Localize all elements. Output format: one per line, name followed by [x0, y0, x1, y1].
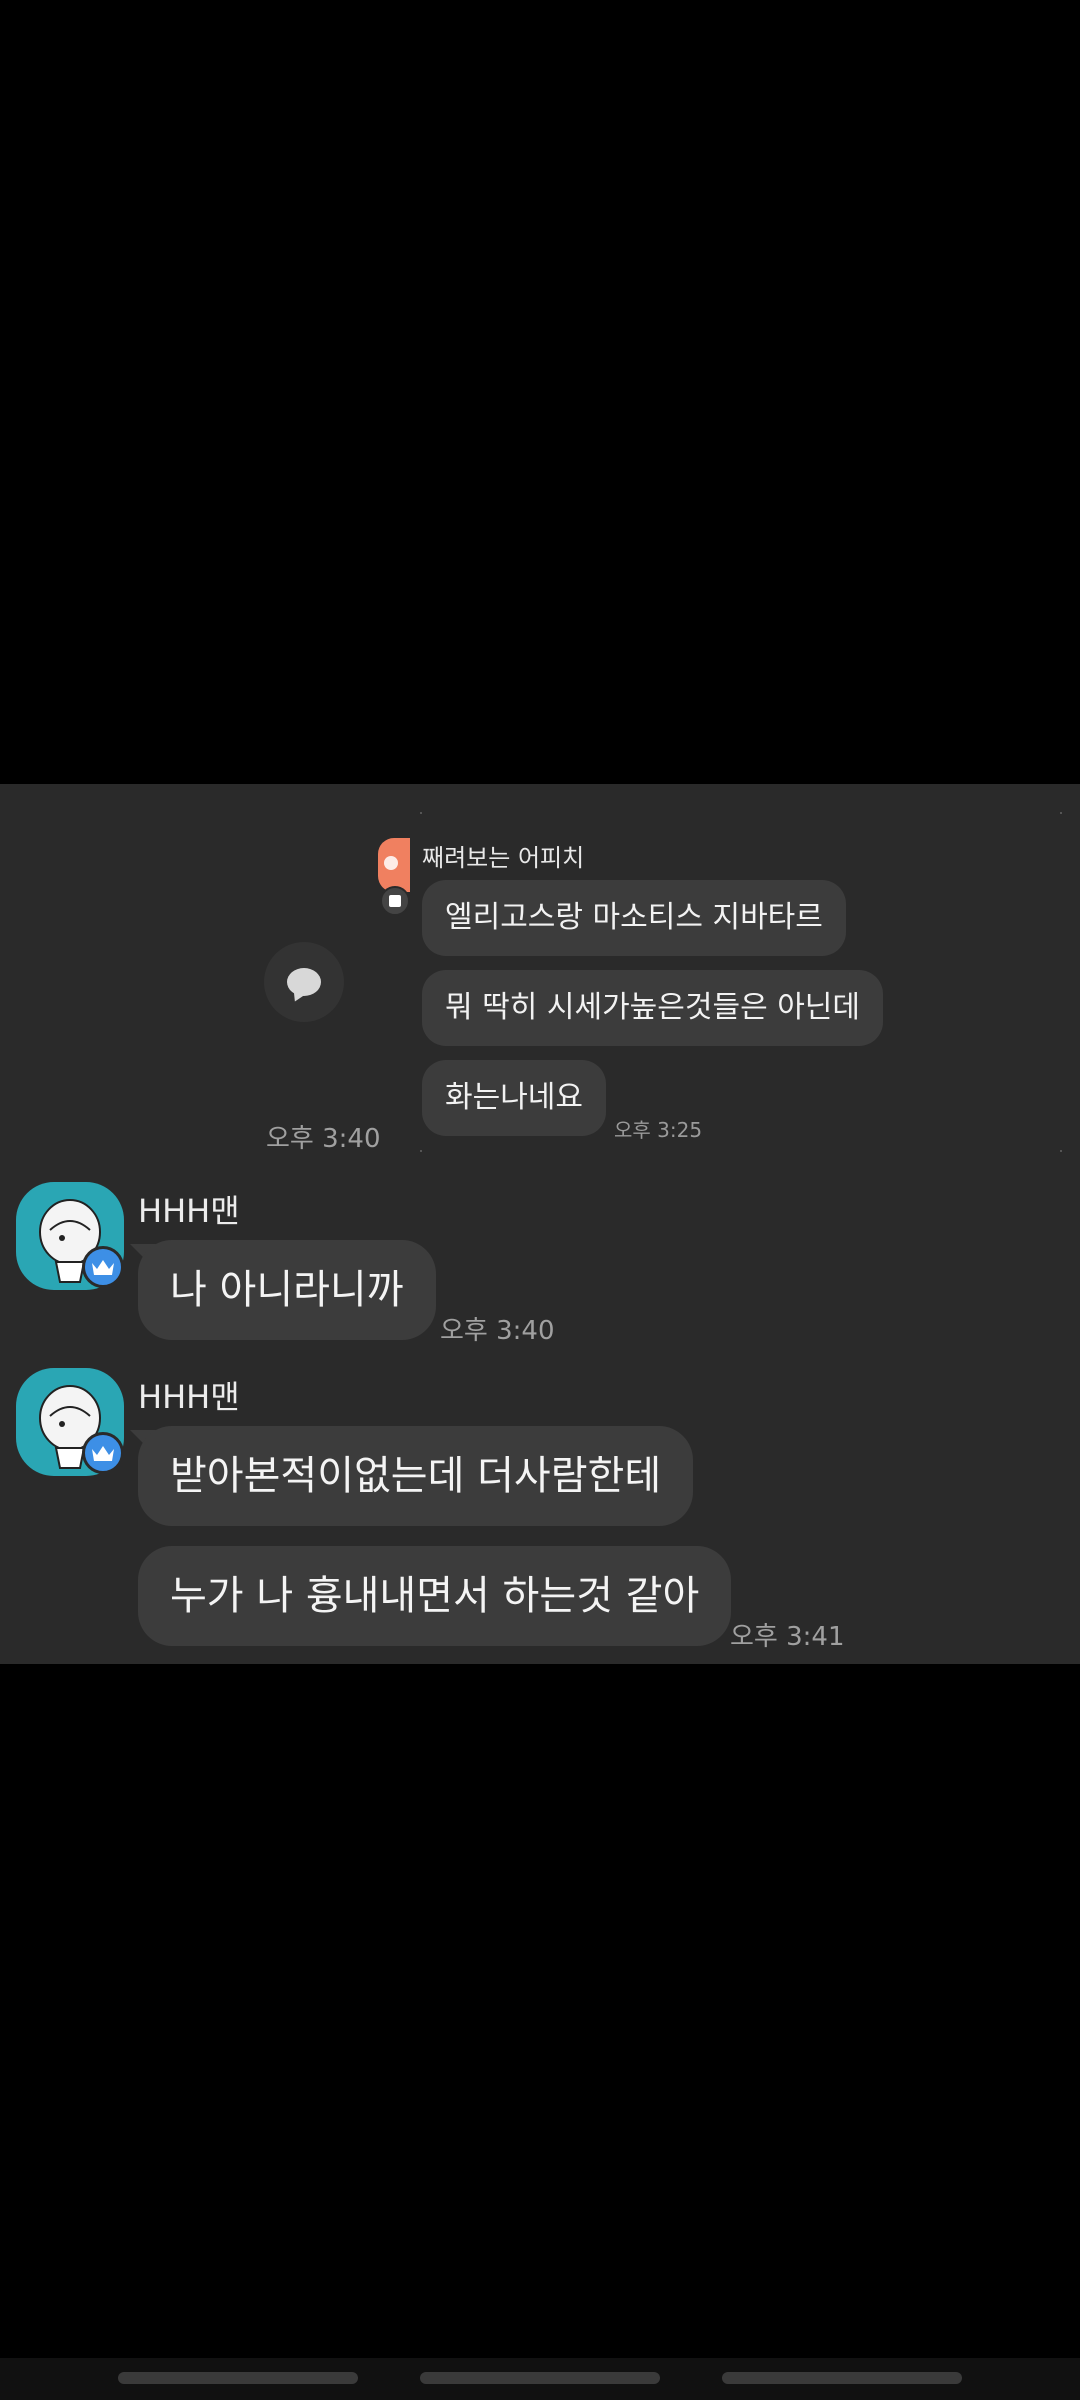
shared-message-bubble: 화는나네요	[422, 1060, 606, 1136]
sender-name: HHH맨	[138, 1378, 240, 1416]
sender-name: HHH맨	[138, 1192, 240, 1230]
message-bubble[interactable]: 누가 나 흉내내면서 하는것 같아	[138, 1546, 732, 1646]
comment-button[interactable]	[264, 942, 344, 1022]
card-corner	[420, 1150, 422, 1152]
message-bubble[interactable]: 받아본적이없는데 더사람한테	[138, 1426, 694, 1526]
shared-message-bubble: 뭐 딱히 시세가높은것들은 아닌데	[422, 970, 884, 1046]
nav-home-button[interactable]	[420, 2372, 660, 2384]
message-time: 오후 3:40	[266, 1124, 381, 1154]
message-time: 오후 3:41	[730, 1622, 845, 1652]
speech-bubble-icon	[287, 968, 321, 996]
nav-back-button[interactable]	[722, 2372, 962, 2384]
card-corner	[1060, 1150, 1062, 1152]
crown-icon	[82, 1432, 124, 1474]
nav-recent-button[interactable]	[118, 2372, 358, 2384]
crown-icon	[82, 1246, 124, 1288]
shared-sender-avatar	[378, 838, 410, 892]
shared-message-time: 오후 3:25	[614, 1118, 703, 1142]
message-bubble[interactable]: 나 아니라니까	[138, 1240, 436, 1340]
shared-message-bubble: 엘리고스랑 마소티스 지바타르	[422, 880, 846, 956]
card-corner	[420, 812, 422, 814]
shared-sender-name: 째려보는 어피치	[422, 844, 585, 872]
message-time: 오후 3:40	[440, 1316, 555, 1346]
profile-badge-icon	[380, 886, 410, 916]
card-corner	[1060, 812, 1062, 814]
